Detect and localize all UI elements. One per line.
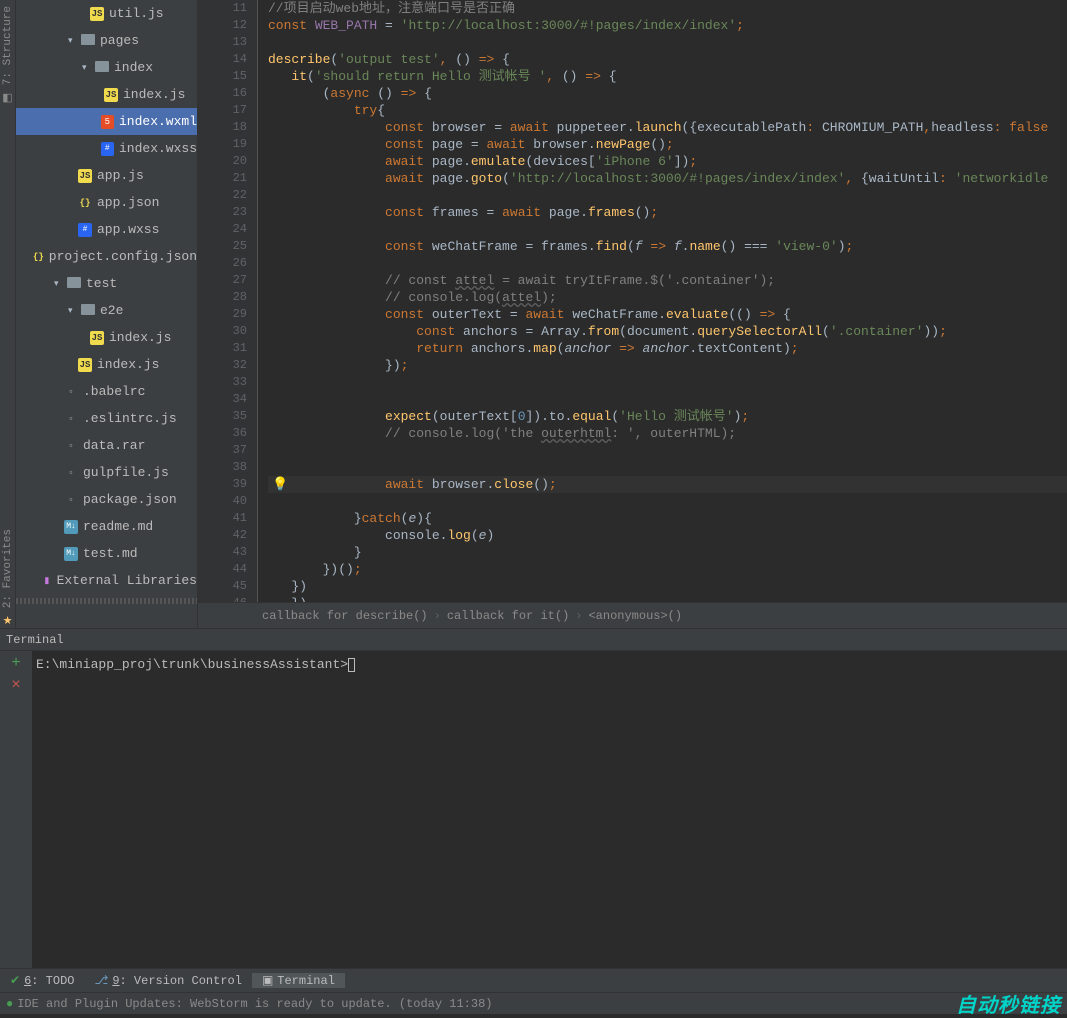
favorites-tool[interactable]: 2: Favorites: [2, 523, 14, 614]
file-app.wxss[interactable]: #app.wxss: [16, 216, 197, 243]
code-editor[interactable]: 1112131415161718192021222324252627282930…: [198, 0, 1067, 628]
add-session-button[interactable]: +: [8, 655, 24, 671]
terminal-output[interactable]: E:\miniapp_proj\trunk\businessAssistant>: [32, 651, 1067, 968]
folder-pages[interactable]: ▾pages: [16, 27, 197, 54]
info-icon: ●: [6, 997, 13, 1011]
close-session-button[interactable]: ×: [8, 677, 24, 693]
crumb-1[interactable]: callback for it(): [447, 609, 569, 623]
folder-test[interactable]: ▾test: [16, 270, 197, 297]
resize-handle[interactable]: [16, 598, 197, 604]
code-content[interactable]: //项目启动web地址，注意端口号是否正确const WEB_PATH = 'h…: [258, 0, 1067, 602]
branch-icon: ⎇: [94, 973, 108, 988]
file-index.js[interactable]: JSindex.js: [16, 81, 197, 108]
terminal-prompt: E:\miniapp_proj\trunk\businessAssistant>: [36, 657, 348, 672]
vcs-tool-button[interactable]: ⎇ 9: Version Control: [84, 973, 251, 988]
file-index.wxss[interactable]: #index.wxss: [16, 135, 197, 162]
structure-icon: ◧: [2, 91, 12, 105]
file-gulpfile.js[interactable]: ▫gulpfile.js: [16, 459, 197, 486]
crumb-2[interactable]: <anonymous>(): [588, 609, 682, 623]
footer-message: IDE and Plugin Updates: WebStorm is read…: [17, 997, 492, 1011]
tool-window-bar: ✔ 6: TODO ⎇ 9: Version Control ▣ Termina…: [0, 968, 1067, 992]
terminal-panel: Terminal + × E:\miniapp_proj\trunk\busin…: [0, 628, 1067, 968]
terminal-icon: ▣: [262, 973, 273, 988]
structure-tool[interactable]: 7: Structure: [2, 0, 14, 91]
file-package.json[interactable]: ▫package.json: [16, 486, 197, 513]
file-index.js[interactable]: JSindex.js: [16, 324, 197, 351]
file-.eslintrc.js[interactable]: ▫.eslintrc.js: [16, 405, 197, 432]
folder-e2e[interactable]: ▾e2e: [16, 297, 197, 324]
file-app.js[interactable]: JSapp.js: [16, 162, 197, 189]
terminal-tab[interactable]: Terminal: [0, 629, 1067, 651]
file-util.js[interactable]: JSutil.js: [16, 0, 197, 27]
breadcrumb[interactable]: callback for describe()›callback for it(…: [198, 602, 1067, 628]
terminal-title: Terminal: [6, 633, 64, 647]
project-tree[interactable]: JSutil.js▾pages▾indexJSindex.js5index.wx…: [16, 0, 198, 628]
terminal-tool-button[interactable]: ▣ Terminal: [252, 973, 345, 988]
file-index.js[interactable]: JSindex.js: [16, 351, 197, 378]
file-External Libraries[interactable]: ▮External Libraries: [16, 567, 197, 594]
file-readme.md[interactable]: M↓readme.md: [16, 513, 197, 540]
line-gutter[interactable]: 1112131415161718192021222324252627282930…: [198, 0, 258, 602]
folder-index[interactable]: ▾index: [16, 54, 197, 81]
crumb-0[interactable]: callback for describe(): [262, 609, 428, 623]
checkmark-icon: ✔: [10, 973, 20, 988]
file-app.json[interactable]: app.json: [16, 189, 197, 216]
file-project.config.json[interactable]: project.config.json: [16, 243, 197, 270]
intention-bulb-icon[interactable]: 💡: [272, 476, 288, 493]
left-tool-rail: 7: Structure ◧ 2: Favorites ★: [0, 0, 16, 628]
terminal-cursor: [348, 658, 355, 672]
terminal-toolbar: + ×: [0, 651, 32, 968]
status-footer: ● IDE and Plugin Updates: WebStorm is re…: [0, 992, 1067, 1014]
file-.babelrc[interactable]: ▫.babelrc: [16, 378, 197, 405]
file-data.rar[interactable]: ▫data.rar: [16, 432, 197, 459]
star-icon: ★: [3, 614, 13, 628]
file-test.md[interactable]: M↓test.md: [16, 540, 197, 567]
file-index.wxml[interactable]: 5index.wxml: [16, 108, 197, 135]
todo-tool-button[interactable]: ✔ 6: TODO: [0, 973, 84, 988]
